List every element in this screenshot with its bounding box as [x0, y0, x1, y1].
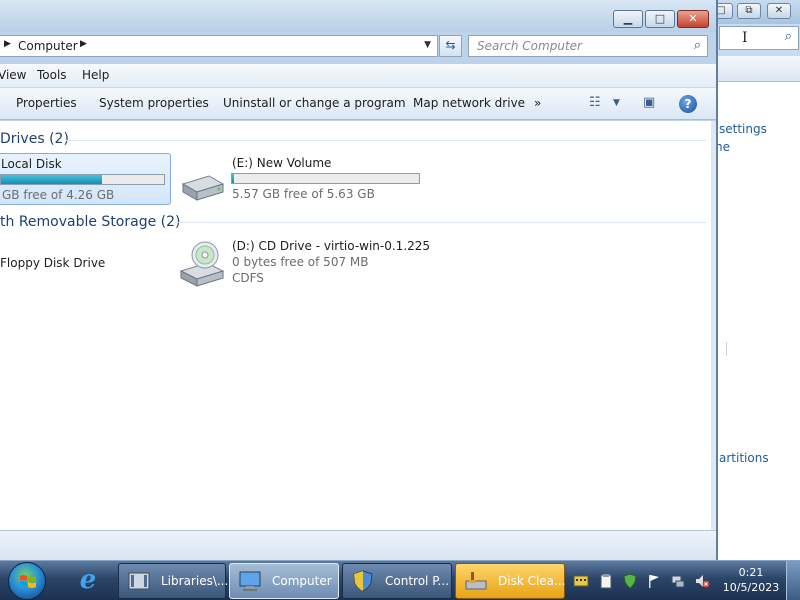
chevron-down-icon[interactable]: ▼	[424, 40, 431, 50]
background-link-settings[interactable]: settings	[719, 122, 767, 136]
menu-tools[interactable]: Tools	[37, 68, 67, 82]
properties-button[interactable]: Properties	[16, 96, 77, 110]
drive-name: (D:) CD Drive - virtio-win-0.1.225	[232, 239, 431, 253]
background-close-button[interactable]: ✕	[767, 3, 791, 19]
task-disk-cleanup[interactable]: Disk Clea...	[455, 563, 565, 599]
clipboard-icon[interactable]	[598, 573, 614, 589]
internet-explorer-icon[interactable]: e	[68, 565, 108, 597]
volume-muted-icon[interactable]	[694, 573, 710, 589]
drive-usage-bar	[231, 173, 420, 184]
background-link-partitions[interactable]: artitions	[719, 451, 769, 465]
clock-date: 10/5/2023	[722, 581, 780, 594]
preview-pane-icon[interactable]: ▣	[643, 95, 655, 110]
close-button[interactable]: ✕	[677, 10, 709, 28]
details-pane	[0, 530, 716, 560]
task-label: Computer	[272, 574, 332, 588]
cd-drive-icon	[179, 241, 225, 287]
group-header-hard-drives[interactable]: Drives (2)	[0, 131, 69, 147]
drive-usage-bar	[0, 174, 165, 185]
drive-floppy[interactable]: Floppy Disk Drive	[0, 253, 168, 275]
keyboard-language-icon[interactable]	[573, 573, 589, 589]
search-input[interactable]: Search Computer ⌕	[468, 35, 708, 57]
address-bar-row: ▶ Computer ▶ ▼ ⇆ Search Computer ⌕	[0, 34, 716, 60]
chevron-down-icon[interactable]: ▼	[613, 98, 620, 108]
map-network-drive-button[interactable]: Map network drive	[413, 96, 525, 110]
drive-filesystem: CDFS	[232, 271, 264, 285]
refresh-button[interactable]: ⇆	[439, 35, 462, 57]
refresh-icon: ⇆	[445, 38, 456, 52]
background-maximize-button[interactable]: ⧉	[737, 3, 761, 19]
libraries-icon	[128, 572, 150, 590]
text-cursor-icon: I	[742, 30, 748, 46]
task-libraries[interactable]: Libraries\...	[118, 563, 229, 599]
shield-icon	[353, 570, 373, 592]
clock-time: 0:21	[738, 566, 764, 579]
views-icon[interactable]: ☷	[589, 95, 601, 110]
show-desktop-button[interactable]	[786, 561, 800, 600]
search-placeholder: Search Computer	[477, 39, 582, 53]
window-edge	[711, 121, 716, 530]
system-properties-button[interactable]: System properties	[99, 96, 209, 110]
computer-explorer-window[interactable]: ▁ □ ✕ ▶ Computer ▶ ▼ ⇆ Search Computer ⌕…	[0, 0, 718, 562]
drive-usage-fill	[232, 174, 234, 183]
task-control-panel[interactable]: Control P...	[342, 563, 452, 599]
flag-icon[interactable]	[646, 573, 662, 589]
action-center-shield-icon[interactable]	[622, 573, 638, 589]
address-bar[interactable]: ▶ Computer ▶ ▼	[0, 35, 438, 57]
start-button[interactable]	[8, 562, 46, 600]
drive-free-space: 0 bytes free of 507 MB	[232, 255, 369, 269]
more-commands-button[interactable]: »	[534, 96, 541, 110]
network-icon[interactable]	[670, 573, 686, 589]
file-list-area[interactable]: Drives (2) Local Disk GB free of 4.26 GB…	[0, 121, 711, 530]
start-orb-icon	[20, 575, 36, 588]
drive-free-space: GB free of 4.26 GB	[2, 188, 115, 202]
help-icon[interactable]: ?	[679, 95, 697, 113]
drive-usage-fill	[1, 175, 103, 184]
search-icon[interactable]: ⌕	[785, 29, 792, 44]
taskbar: e Libraries\... Computer Control P... Di…	[0, 560, 800, 600]
task-label: Disk Clea...	[498, 574, 566, 588]
system-clock[interactable]: 0:21 10/5/2023	[720, 563, 782, 599]
drive-cd[interactable]: (D:) CD Drive - virtio-win-0.1.225 0 byt…	[230, 237, 430, 289]
menu-bar: View Tools Help	[0, 64, 716, 88]
task-label: Control P...	[385, 574, 450, 588]
minimize-button[interactable]: ▁	[613, 10, 643, 28]
maximize-button[interactable]: □	[645, 10, 675, 28]
disk-cleanup-icon	[465, 572, 487, 590]
drive-name: Floppy Disk Drive	[0, 256, 106, 270]
drive-free-space: 5.57 GB free of 5.63 GB	[232, 187, 375, 201]
menu-help[interactable]: Help	[82, 68, 109, 82]
task-label: Libraries\...	[161, 574, 229, 588]
window-titlebar[interactable]: ▁ □ ✕	[0, 0, 716, 32]
group-divider	[66, 140, 706, 141]
computer-icon	[239, 571, 261, 591]
background-search-box[interactable]: I ⌕	[719, 26, 799, 50]
drive-name: (E:) New Volume	[232, 156, 332, 170]
drive-name: Local Disk	[1, 157, 62, 171]
background-divider	[726, 342, 727, 356]
menu-view[interactable]: View	[0, 68, 26, 82]
uninstall-program-button[interactable]: Uninstall or change a program	[223, 96, 406, 110]
breadcrumb-computer[interactable]: Computer	[18, 39, 78, 53]
drive-local-disk[interactable]: Local Disk GB free of 4.26 GB	[0, 153, 171, 205]
breadcrumb-arrow-icon[interactable]: ▶	[4, 39, 11, 49]
command-bar: Properties System properties Uninstall o…	[0, 88, 716, 120]
task-computer[interactable]: Computer	[229, 563, 339, 599]
drive-new-volume[interactable]: (E:) New Volume 5.57 GB free of 5.63 GB	[230, 153, 430, 205]
group-header-removable-storage[interactable]: th Removable Storage (2)	[0, 214, 181, 230]
group-divider	[176, 222, 706, 223]
hard-disk-icon	[181, 175, 225, 201]
search-icon[interactable]: ⌕	[694, 38, 701, 53]
breadcrumb-arrow-icon[interactable]: ▶	[80, 39, 87, 49]
